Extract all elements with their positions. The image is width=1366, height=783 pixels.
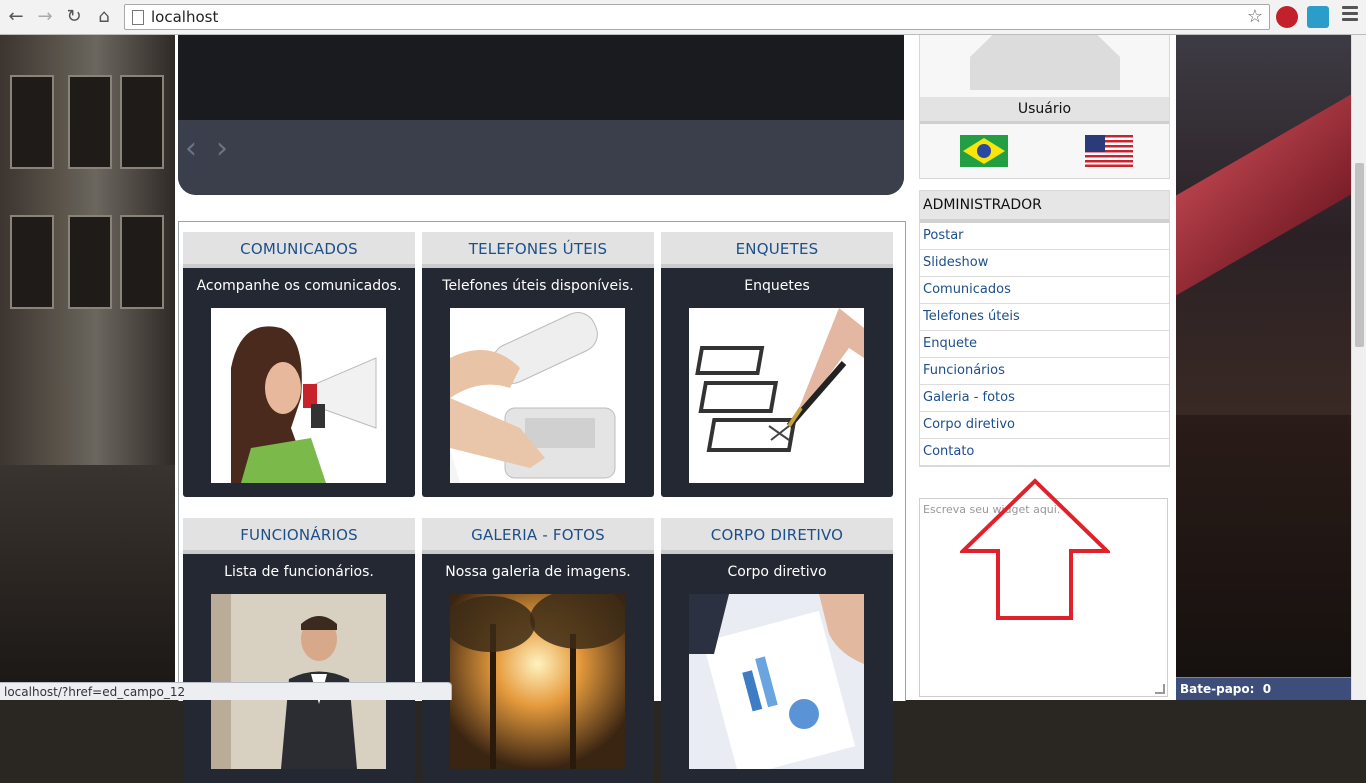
home-icon[interactable]: ⌂ [92, 5, 116, 29]
telephone-image[interactable] [450, 308, 625, 483]
checkbox-survey-image[interactable] [689, 308, 864, 483]
scrollbar-thumb[interactable] [1355, 163, 1364, 347]
admin-link-corpo-diretivo[interactable]: Corpo diretivo [920, 412, 1169, 439]
address-bar-url[interactable]: localhost [151, 8, 218, 26]
card-title[interactable]: FUNCIONÁRIOS [183, 518, 415, 554]
slideshow: ‹ › [178, 35, 904, 195]
back-arrow-icon[interactable]: ← [4, 5, 28, 29]
usa-flag-icon[interactable] [1085, 135, 1133, 167]
adblock-extension-icon[interactable] [1276, 6, 1298, 28]
admin-panel: ADMINISTRADOR Postar Slideshow Comunicad… [919, 190, 1170, 467]
admin-link-enquete[interactable]: Enquete [920, 331, 1169, 358]
card-description: Enquetes [744, 278, 810, 294]
admin-link-comunicados[interactable]: Comunicados [920, 277, 1169, 304]
star-icon[interactable]: ☆ [1247, 6, 1263, 27]
card-description: Acompanhe os comunicados. [196, 278, 402, 294]
user-label: Usuário [920, 97, 1169, 124]
chat-bar[interactable]: Bate-papo: 0 [1176, 677, 1351, 700]
background-photo-right [1176, 35, 1351, 700]
card-description: Lista de funcionários. [224, 564, 374, 580]
brazil-flag-icon[interactable] [960, 135, 1008, 167]
admin-link-postar[interactable]: Postar [920, 223, 1169, 250]
address-bar[interactable]: localhost ☆ [124, 4, 1270, 30]
browser-toolbar: ← → ↻ ⌂ localhost ☆ [0, 0, 1366, 35]
card-description: Corpo diretivo [727, 564, 827, 580]
menu-icon[interactable] [1342, 6, 1358, 26]
slideshow-prev-icon[interactable]: ‹ [185, 131, 197, 166]
status-bar: localhost/?href=ed_campo_12 [0, 682, 452, 700]
card-comunicados[interactable]: COMUNICADOS Acompanhe os comunicados. [183, 232, 415, 497]
card-title[interactable]: TELEFONES ÚTEIS [422, 232, 654, 268]
chat-label[interactable]: Bate-papo: [1180, 682, 1254, 696]
card-title[interactable]: GALERIA - FOTOS [422, 518, 654, 554]
annotation-up-arrow-icon [960, 478, 1110, 620]
card-title[interactable]: COMUNICADOS [183, 232, 415, 268]
reload-icon[interactable]: ↻ [62, 5, 86, 29]
avatar[interactable] [970, 35, 1120, 90]
page-icon [132, 10, 144, 25]
admin-link-galeria[interactable]: Galeria - fotos [920, 385, 1169, 412]
card-description: Nossa galeria de imagens. [445, 564, 631, 580]
card-title[interactable]: ENQUETES [661, 232, 893, 268]
user-panel: Usuário [919, 35, 1170, 179]
card-telefones[interactable]: TELEFONES ÚTEIS Telefones úteis disponív… [422, 232, 654, 497]
background-photo-left [0, 35, 175, 700]
card-description: Telefones úteis disponíveis. [442, 278, 634, 294]
admin-title: ADMINISTRADOR [920, 191, 1169, 223]
card-galeria[interactable]: GALERIA - FOTOS Nossa galeria de imagens… [422, 518, 654, 783]
sunset-trees-image[interactable] [450, 594, 625, 769]
card-funcionarios[interactable]: FUNCIONÁRIOS Lista de funcionários. [183, 518, 415, 783]
slideshow-next-icon[interactable]: › [216, 131, 228, 166]
admin-link-contato[interactable]: Contato [920, 439, 1169, 466]
business-charts-image[interactable] [689, 594, 864, 769]
card-enquetes[interactable]: ENQUETES Enquetes [661, 232, 893, 497]
slideshow-controls [178, 120, 904, 195]
card-corpo-diretivo[interactable]: CORPO DIRETIVO Corpo diretivo [661, 518, 893, 783]
page-scrollbar[interactable] [1351, 35, 1366, 700]
feature-cards: COMUNICADOS Acompanhe os comunicados. TE… [178, 221, 906, 783]
admin-link-funcionarios[interactable]: Funcionários [920, 358, 1169, 385]
megaphone-woman-image[interactable] [211, 308, 386, 483]
forward-arrow-icon[interactable]: → [33, 5, 57, 29]
card-title[interactable]: CORPO DIRETIVO [661, 518, 893, 554]
chat-count: 0 [1262, 682, 1272, 696]
extension-icon[interactable] [1307, 6, 1329, 28]
admin-link-slideshow[interactable]: Slideshow [920, 250, 1169, 277]
admin-link-telefones[interactable]: Telefones úteis [920, 304, 1169, 331]
resize-grip-icon[interactable] [1155, 684, 1165, 694]
